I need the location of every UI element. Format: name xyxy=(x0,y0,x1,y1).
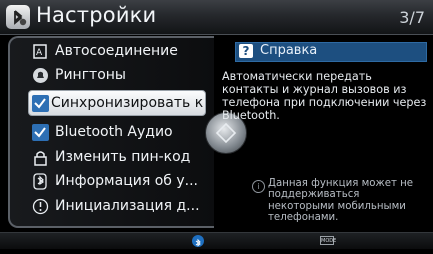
reset-icon xyxy=(32,198,49,215)
lock-icon xyxy=(32,149,49,166)
menu-item-change-pin[interactable]: Изменить пин-код xyxy=(30,146,210,170)
menu-item-label: Bluetooth Аудио xyxy=(55,124,173,140)
header-bar: Настройки 3/7 xyxy=(0,0,433,35)
rotary-arrows-icon xyxy=(215,122,237,144)
menu-item-label: Изменить пин-код xyxy=(55,149,191,165)
menu-item-auto-connect[interactable]: A Автосоединение xyxy=(30,40,210,64)
checkbox-checked-icon[interactable] xyxy=(32,124,49,141)
svg-text:A: A xyxy=(36,48,43,58)
menu-item-bluetooth-audio[interactable]: Bluetooth Аудио xyxy=(30,121,210,145)
bluetooth-status-icon xyxy=(192,235,204,247)
auto-connect-icon: A xyxy=(32,43,49,60)
page-title: Настройки xyxy=(36,3,157,27)
help-header: ? Справка xyxy=(235,42,427,62)
page-indicator: 3/7 xyxy=(399,8,425,27)
menu-item-label: Автосоединение xyxy=(55,43,178,59)
info-icon: i xyxy=(252,180,265,193)
menu-item-initialize[interactable]: Инициализация д... xyxy=(30,195,210,219)
menu-item-sync-contacts[interactable]: Синхронизировать кс xyxy=(28,90,206,116)
settings-menu: A Автосоединение Рингтоны Синхронизирова… xyxy=(8,36,214,228)
menu-item-device-info[interactable]: Информация об у... xyxy=(30,170,210,194)
footer-bar: MODE xyxy=(0,232,433,249)
bluetooth-settings-icon xyxy=(6,5,30,29)
help-title: Справка xyxy=(260,43,318,58)
help-question-icon: ? xyxy=(239,44,253,58)
menu-item-ringtones[interactable]: Рингтоны xyxy=(30,64,210,88)
menu-item-label: Рингтоны xyxy=(55,67,126,83)
checkbox-checked-icon[interactable] xyxy=(32,95,49,112)
menu-item-label: Инициализация д... xyxy=(55,198,200,214)
bluetooth-device-icon xyxy=(32,173,49,190)
help-description: Автоматически передать контакты и журнал… xyxy=(222,70,427,122)
bell-icon xyxy=(32,67,49,84)
menu-item-label: Информация об у... xyxy=(55,173,198,189)
help-note: Данная функция может не поддерживаться н… xyxy=(268,178,414,223)
menu-item-label: Синхронизировать кс xyxy=(51,95,203,111)
mode-icon: MODE xyxy=(320,236,337,245)
